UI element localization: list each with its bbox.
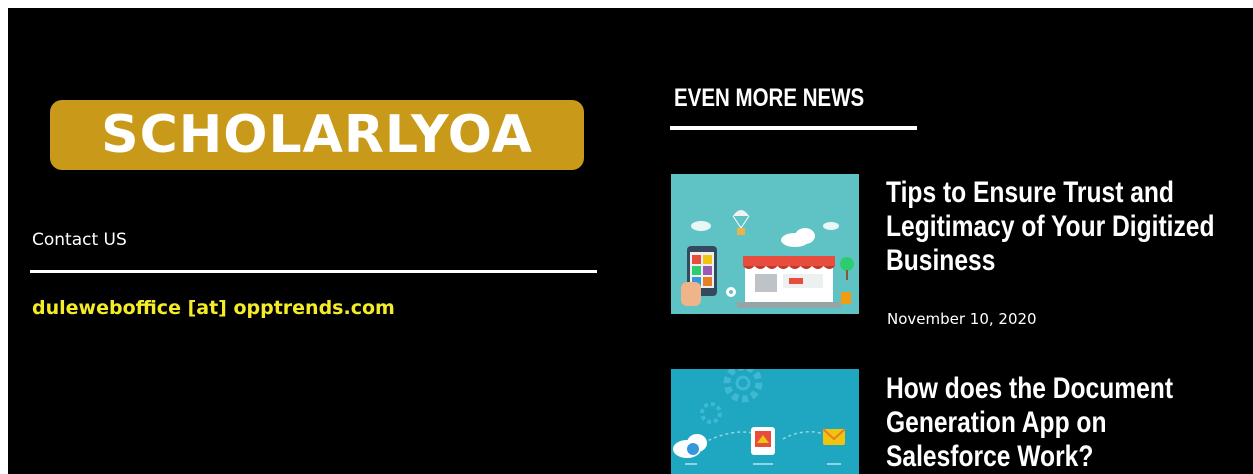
article-title[interactable]: How does the Document Generation App on … [886, 372, 1230, 474]
article-date: November 10, 2020 [887, 310, 1037, 328]
article-thumbnail[interactable] [671, 369, 859, 474]
logo-text: SCHOLARLYOA [101, 105, 533, 165]
footer: SCHOLARLYOA Contact US duleweboffice [at… [8, 8, 1253, 474]
online-shop-illustration-icon [671, 174, 859, 314]
article-thumbnail[interactable] [671, 174, 859, 314]
article-title[interactable]: Tips to Ensure Trust and Legitimacy of Y… [886, 176, 1230, 278]
contact-title: Contact US [32, 230, 127, 250]
contact-email[interactable]: duleweboffice [at] opptrends.com [32, 297, 395, 319]
section-heading: EVEN MORE NEWS [674, 84, 865, 112]
site-logo[interactable]: SCHOLARLYOA [50, 100, 584, 170]
section-underline [670, 126, 917, 130]
contact-divider [30, 270, 597, 273]
document-generation-illustration-icon [671, 369, 859, 474]
